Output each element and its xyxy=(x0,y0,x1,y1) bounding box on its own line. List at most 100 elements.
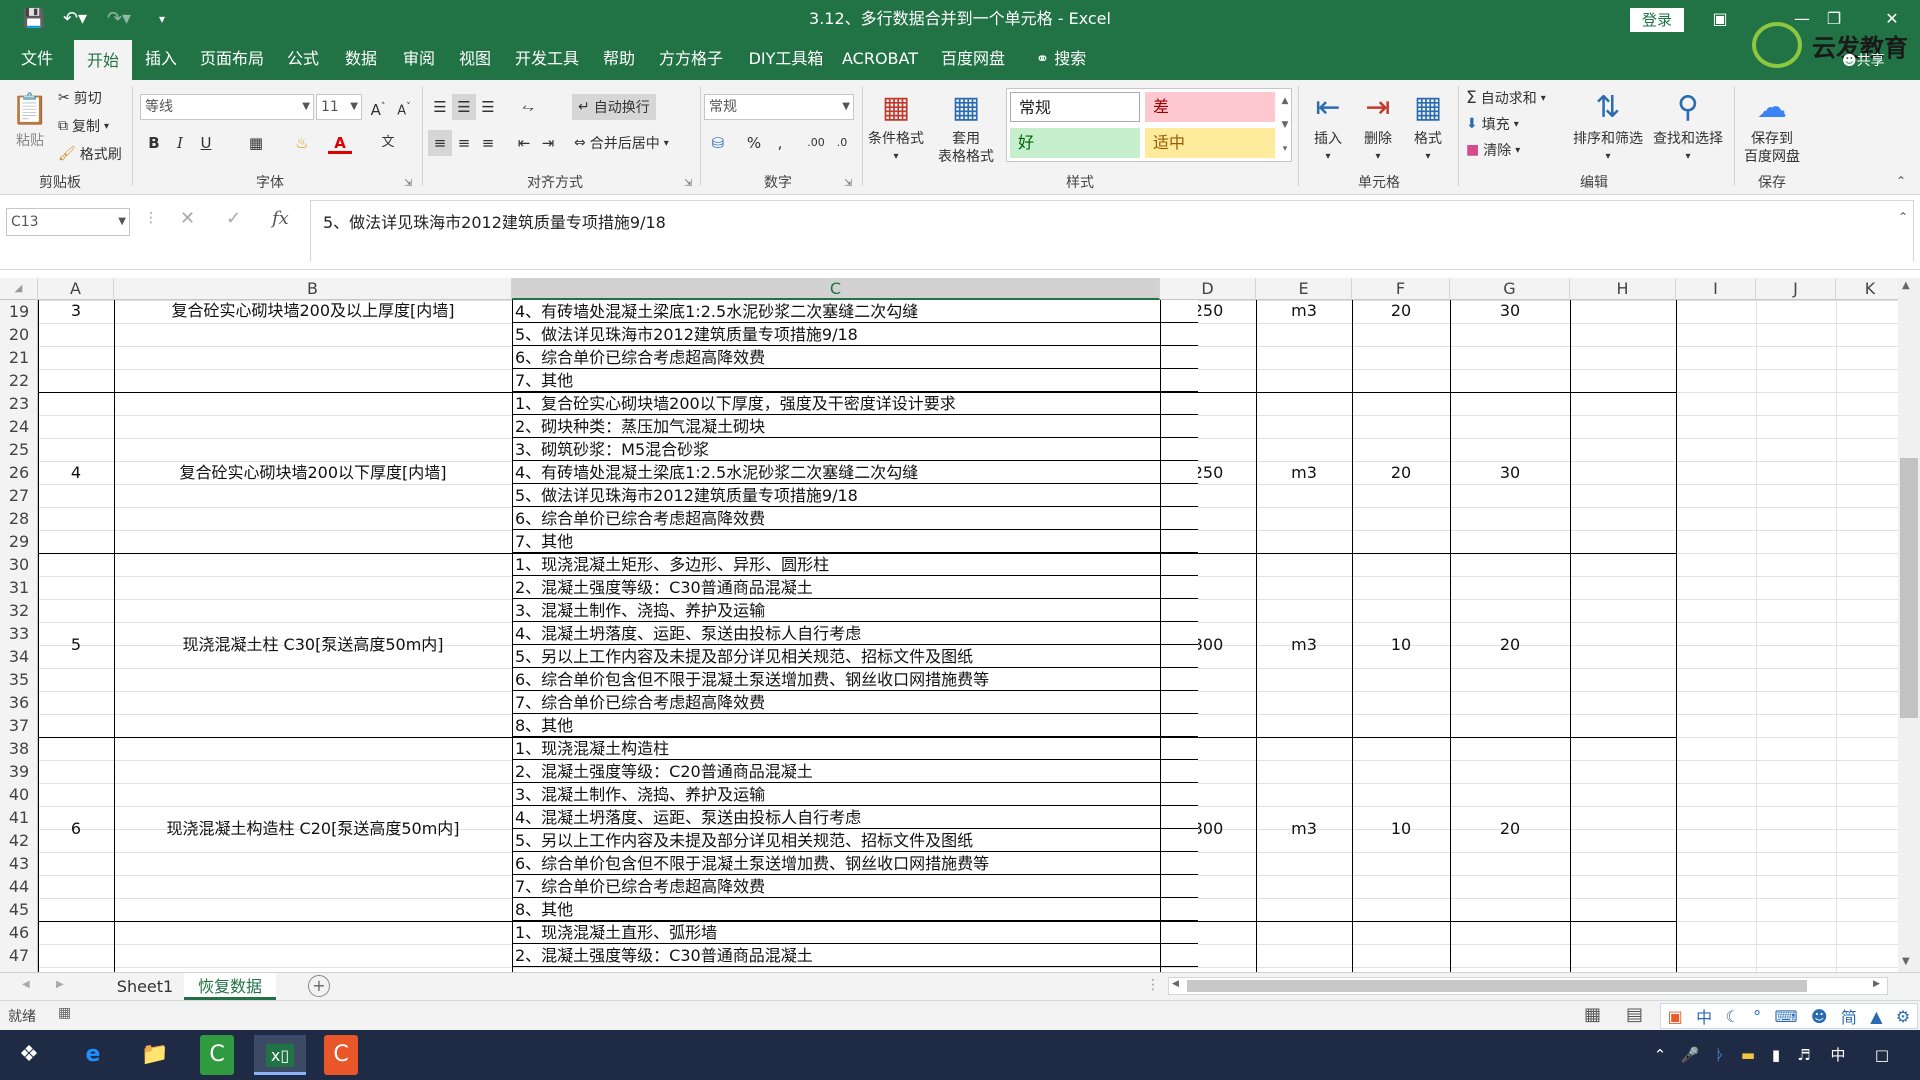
cell-c[interactable]: 4、有砖墙处混凝土梁底1:2.5水泥砂浆二次塞缝二次勾缝 xyxy=(512,461,1198,484)
item-unit-cell[interactable]: m3 xyxy=(1256,300,1352,322)
row-header[interactable]: 23 xyxy=(0,392,38,415)
shrink-font-button[interactable]: A˅ xyxy=(392,94,416,120)
cell-c[interactable]: 5、另以上工作内容及未提及部分详见相关规范、招标文件及图纸 xyxy=(512,645,1198,668)
horizontal-scrollbar[interactable]: ◀ ▶ xyxy=(1168,977,1888,995)
decrease-indent-icon[interactable]: ⇤ xyxy=(512,130,536,156)
recorder-icon[interactable]: C xyxy=(324,1035,358,1075)
tab-fangfang[interactable]: 方方格子 xyxy=(654,38,728,80)
format-cells-button[interactable]: ▦ 格式 ▾ xyxy=(1404,88,1452,166)
find-select-button[interactable]: ⚲ 查找和选择 ▾ xyxy=(1648,88,1728,166)
horizontal-scroll-thumb[interactable] xyxy=(1187,980,1807,992)
row-header[interactable]: 30 xyxy=(0,553,38,576)
conditional-format-button[interactable]: ▦ 条件格式 ▾ xyxy=(864,88,928,166)
row-header[interactable]: 22 xyxy=(0,369,38,392)
tab-review[interactable]: 审阅 xyxy=(398,38,440,80)
item-name-cell[interactable]: 复合砼实心砌块墙200以下厚度[内墙] xyxy=(114,392,512,553)
column-header-f[interactable]: F xyxy=(1352,278,1450,300)
cell-c[interactable]: 5、做法详见珠海市2012建筑质量专项措施9/18 xyxy=(512,323,1198,346)
cell-c[interactable]: 4、混凝土坍落度、运距、泵送由投标人自行考虑 xyxy=(512,806,1198,829)
cell-c[interactable]: 4、混凝土坍落度、运距、泵送由投标人自行考虑 xyxy=(512,622,1198,645)
percent-button[interactable]: % xyxy=(742,130,766,156)
column-header-h[interactable]: H xyxy=(1570,278,1676,300)
cell-c[interactable]: 1、现浇混凝土矩形、多边形、异形、圆形柱 xyxy=(512,553,1198,576)
accounting-icon[interactable]: ⛁ xyxy=(706,130,730,156)
item-f-cell[interactable]: 10 xyxy=(1352,553,1450,737)
phonetic-icon[interactable]: 文 xyxy=(376,130,400,156)
cell-c[interactable]: 5、另以上工作内容及未提及部分详见相关规范、招标文件及图纸 xyxy=(512,829,1198,852)
grow-font-button[interactable]: A˄ xyxy=(366,94,390,120)
row-header[interactable]: 41 xyxy=(0,806,38,829)
font-size-select[interactable]: 11 ▼ xyxy=(316,94,362,120)
row-header[interactable]: 47 xyxy=(0,944,38,967)
customize-icon[interactable]: ▾ xyxy=(150,8,174,30)
delete-cells-button[interactable]: ⇥ 删除 ▾ xyxy=(1354,88,1402,166)
item-f-cell[interactable]: 20 xyxy=(1352,300,1450,322)
formula-input[interactable]: 5、做法详见珠海市2012建筑质量专项措施9/18 xyxy=(310,200,1914,262)
scroll-right-icon[interactable]: ▶ xyxy=(1873,979,1880,989)
user-icon[interactable]: ☻ xyxy=(1811,1007,1828,1026)
cell-c[interactable]: 1、复合砼实心砌块墙200以下厚度，强度及干密度详设计要求 xyxy=(512,392,1198,415)
sheet-tab-sheet1[interactable]: Sheet1 xyxy=(106,973,184,1000)
row-header[interactable]: 39 xyxy=(0,760,38,783)
tab-help[interactable]: 帮助 xyxy=(598,38,640,80)
shirt-icon[interactable]: ▲ xyxy=(1870,1007,1882,1026)
item-name-cell[interactable]: 现浇混凝土柱 C30[泵送高度50m内] xyxy=(114,553,512,737)
borders-icon[interactable]: ▦ xyxy=(244,130,268,156)
cell-c[interactable]: 6、综合单价已综合考虑超高降效费 xyxy=(512,346,1198,369)
cell-c[interactable]: 8、其他 xyxy=(512,714,1198,737)
item-g-cell[interactable]: 30 xyxy=(1450,392,1570,553)
scroll-up-icon[interactable]: ▲ xyxy=(1902,280,1910,291)
undo-icon[interactable]: ↶▾ xyxy=(60,8,90,30)
row-header[interactable]: 43 xyxy=(0,852,38,875)
item-no-cell[interactable]: 6 xyxy=(38,737,114,921)
tab-developer[interactable]: 开发工具 xyxy=(510,38,584,80)
row-header[interactable]: 40 xyxy=(0,783,38,806)
tab-formulas[interactable]: 公式 xyxy=(282,38,324,80)
insert-cells-button[interactable]: ⇤ 插入 ▾ xyxy=(1304,88,1352,166)
cell-c[interactable]: 8、其他 xyxy=(512,898,1198,921)
item-name-cell[interactable]: 复合砼实心砌块墙200及以上厚度[内墙] xyxy=(114,300,512,392)
row-header[interactable]: 44 xyxy=(0,875,38,898)
cell-c[interactable]: 3、混凝土制作、浇捣、养护及运输 xyxy=(512,783,1198,806)
tab-page-layout[interactable]: 页面布局 xyxy=(196,38,268,80)
tab-diy-toolbox[interactable]: DIY工具箱 xyxy=(742,38,830,80)
cell-c[interactable]: 3、混凝土制作、浇捣、养护及运输 xyxy=(512,599,1198,622)
camtasia-icon[interactable]: C xyxy=(200,1035,234,1075)
fill-button[interactable]: ⬇ 填充 ▾ xyxy=(1466,114,1519,134)
column-header-e[interactable]: E xyxy=(1256,278,1352,300)
column-header-c[interactable]: C xyxy=(512,278,1160,300)
align-bottom-icon[interactable]: ☰ xyxy=(476,94,500,120)
bold-button[interactable]: B xyxy=(142,130,166,156)
row-header[interactable]: 36 xyxy=(0,691,38,714)
underline-button[interactable]: U xyxy=(194,130,218,156)
cell-c[interactable]: 7、其他 xyxy=(512,369,1198,392)
row-header[interactable]: 26 xyxy=(0,461,38,484)
microphone-icon[interactable]: 🎤 xyxy=(1678,1030,1702,1080)
share-button[interactable]: ☻共享 xyxy=(1842,50,1885,70)
column-header-d[interactable]: D xyxy=(1160,278,1256,300)
clear-button[interactable]: ■ 清除 ▾ xyxy=(1466,140,1520,160)
row-header[interactable]: 28 xyxy=(0,507,38,530)
merge-center-button[interactable]: ⇔ 合并后居中 ▾ xyxy=(574,130,669,156)
autosum-button[interactable]: Σ 自动求和 ▾ xyxy=(1466,88,1546,108)
row-header[interactable]: 34 xyxy=(0,645,38,668)
enter-icon[interactable]: ✓ xyxy=(226,208,241,229)
align-center-icon[interactable]: ≡ xyxy=(452,130,476,156)
tab-file[interactable]: 文件 xyxy=(14,38,60,80)
page-layout-view-icon[interactable]: ▤ xyxy=(1626,1004,1643,1025)
align-top-icon[interactable]: ☰ xyxy=(428,94,452,120)
sogou-icon[interactable]: ▣ xyxy=(1668,1007,1683,1026)
item-g-cell[interactable]: 20 xyxy=(1450,553,1570,737)
save-icon[interactable]: 💾 xyxy=(22,8,46,30)
scroll-down-icon[interactable]: ▼ xyxy=(1902,956,1910,967)
column-header-g[interactable]: G xyxy=(1450,278,1570,300)
windows-start-icon[interactable]: ❖ xyxy=(6,1035,52,1075)
row-header[interactable]: 46 xyxy=(0,921,38,944)
item-g-cell[interactable]: 20 xyxy=(1450,737,1570,921)
cell-c[interactable]: 5、做法详见珠海市2012建筑质量专项措施9/18 xyxy=(512,484,1198,507)
tab-insert[interactable]: 插入 xyxy=(140,38,182,80)
cell-c[interactable]: 6、综合单价已综合考虑超高降效费 xyxy=(512,507,1198,530)
select-all-corner[interactable]: ◢ xyxy=(0,278,38,300)
sort-filter-button[interactable]: ⇅ 排序和筛选 ▾ xyxy=(1568,88,1648,166)
item-g-cell[interactable]: 30 xyxy=(1450,300,1570,322)
